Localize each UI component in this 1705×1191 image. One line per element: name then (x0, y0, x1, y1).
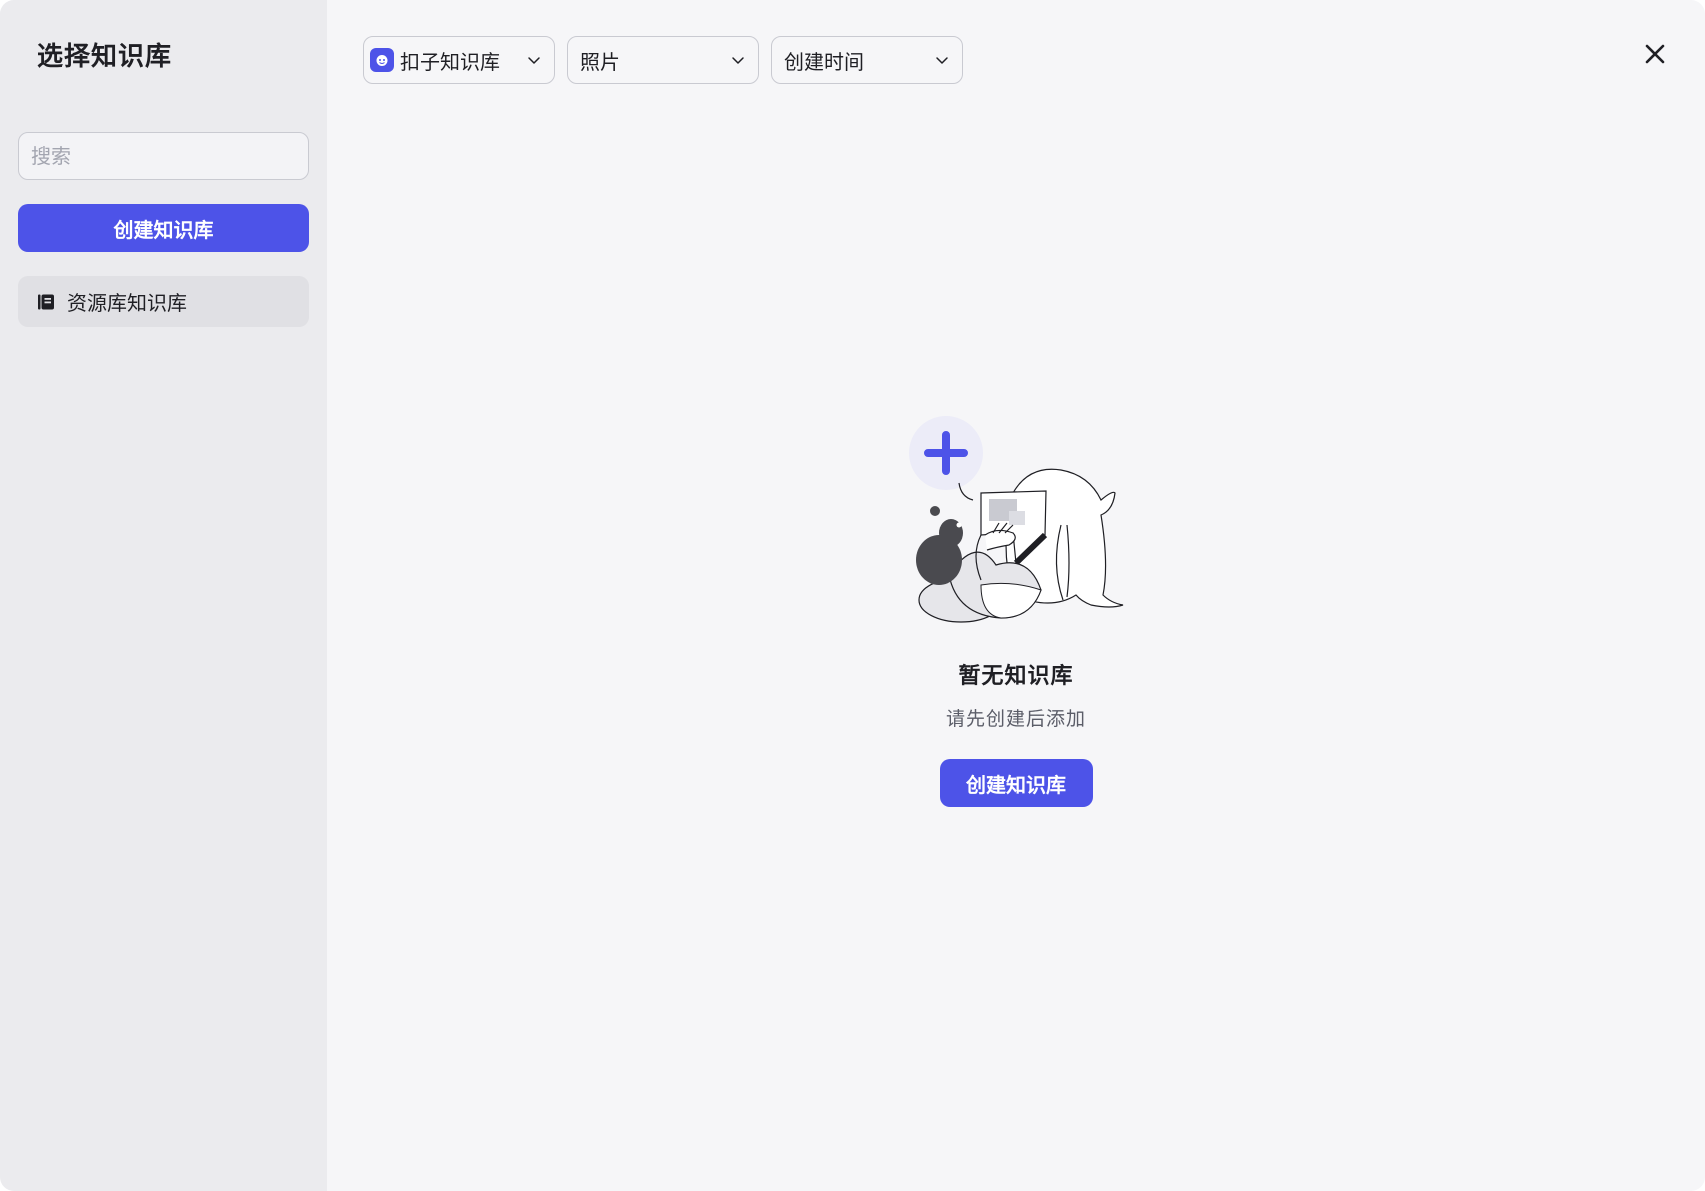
select-knowledge-dialog: 选择知识库 创建知识库 资源库知识库 (0, 0, 1705, 1191)
empty-create-knowledge-button[interactable]: 创建知识库 (939, 759, 1093, 807)
close-button[interactable] (1641, 40, 1669, 68)
sort-select[interactable]: 创建时间 (771, 36, 963, 84)
empty-title: 暂无知识库 (958, 664, 1074, 689)
empty-knowledge-illustration (909, 416, 1124, 623)
empty-subtitle: 请先创建后添加 (945, 708, 1086, 730)
source-select[interactable]: 扣子知识库 (363, 36, 555, 84)
chevron-down-icon (934, 52, 950, 68)
sidebar: 选择知识库 创建知识库 资源库知识库 (0, 0, 327, 1191)
sidebar-item-label: 资源库知识库 (67, 291, 187, 315)
close-icon (1645, 44, 1665, 64)
book-icon (37, 293, 55, 311)
chevron-down-icon (526, 52, 542, 68)
main-panel: 扣子知识库 照片 创建时间 暂无知识库 请先创建后添加 创建知识库 (327, 0, 1705, 1191)
sidebar-item-resource-library[interactable]: 资源库知识库 (18, 276, 309, 327)
sort-select-value: 创建时间 (784, 49, 864, 74)
source-select-value: 扣子知识库 (400, 49, 500, 74)
empty-state: 暂无知识库 请先创建后添加 创建知识库 (327, 415, 1705, 807)
type-select[interactable]: 照片 (567, 36, 759, 84)
type-select-value: 照片 (580, 49, 620, 74)
search-input[interactable] (18, 132, 309, 180)
dialog-title: 选择知识库 (37, 42, 173, 72)
create-knowledge-button[interactable]: 创建知识库 (18, 204, 309, 252)
chevron-down-icon (730, 52, 746, 68)
coze-logo-icon (370, 48, 394, 72)
